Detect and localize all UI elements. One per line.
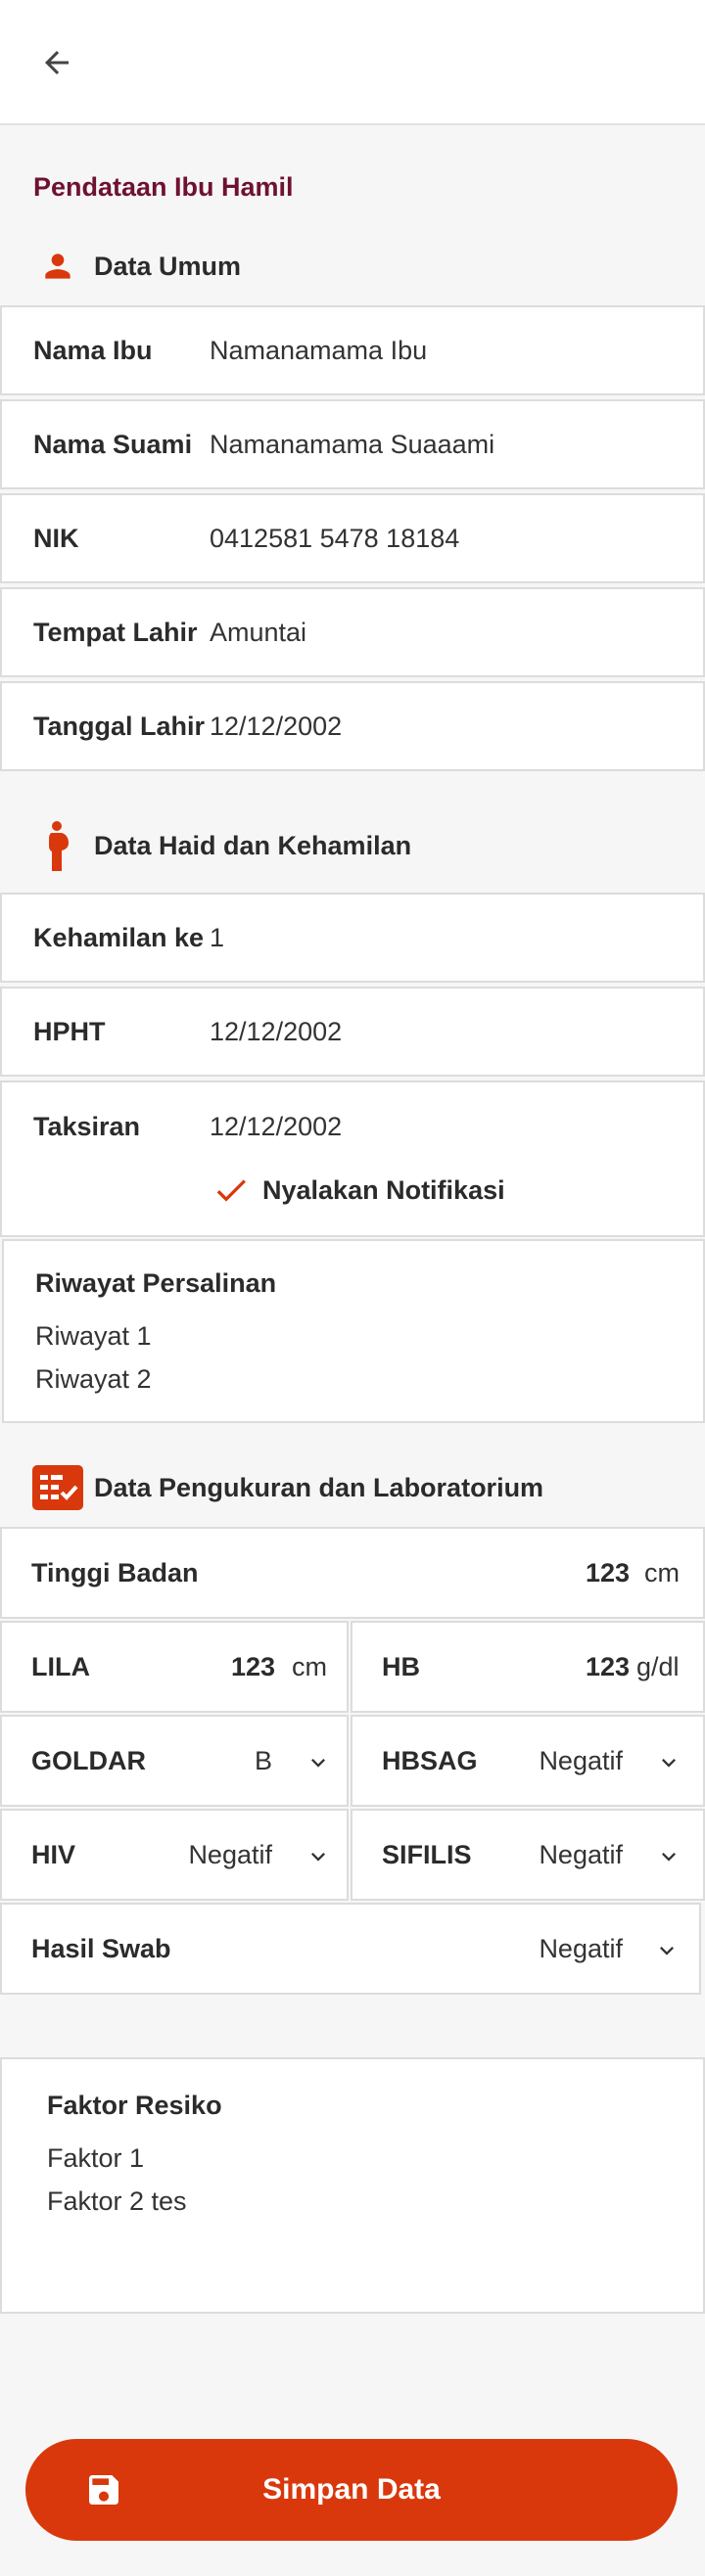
arrow-left-icon [45,51,69,74]
field-label: Taksiran [33,1112,141,1141]
field-value: 12/12/2002 [210,1112,343,1141]
row-tempat-lahir[interactable]: Tempat Lahir Amuntai [0,587,705,677]
field-label: Tempat Lahir [33,617,198,647]
field-label: HBSAG [382,1746,478,1775]
field-value: 123 [586,1652,631,1681]
field-label: SIFILIS [382,1840,472,1869]
riwayat-title: Riwayat Persalinan [35,1268,277,1298]
goldar-select[interactable]: GOLDAR B [0,1715,349,1807]
row-hpht[interactable]: HPHT 12/12/2002 [0,987,705,1077]
section-data-haid: Data Haid dan Kehamilan [25,821,412,871]
checklist-icon [25,1464,90,1511]
field-label: HIV [31,1840,76,1869]
section-data-umum: Data Umum [25,243,241,290]
hasil-swab-select[interactable]: Hasil Swab Negatif [0,1903,701,1995]
field-label: Tinggi Badan [31,1558,199,1587]
field-value: Namanamama Ibu [210,335,428,365]
chevron-down-icon[interactable] [652,1746,685,1779]
notification-label: Nyalakan Notifikasi [262,1174,505,1205]
section-title: Data Pengukuran dan Laboratorium [94,1472,544,1502]
field-unit: cm [644,1558,680,1587]
field-value: 123 [586,1558,631,1587]
notification-toggle[interactable]: Nyalakan Notifikasi [212,1167,505,1214]
faktor-title: Faktor Resiko [47,2091,222,2120]
row-tanggal-lahir[interactable]: Tanggal Lahir 12/12/2002 [0,681,705,771]
hiv-select[interactable]: HIV Negatif [0,1809,349,1901]
field-value: 12/12/2002 [210,1016,343,1046]
save-button[interactable]: Simpan Data [25,2439,678,2541]
row-nama-suami[interactable]: Nama Suami Namanamama Suaaami [0,399,705,489]
field-value: Namanamama Suaaami [210,429,495,459]
field-label: NIK [33,523,79,553]
field-unit: g/dl [636,1652,680,1681]
section-data-lab: Data Pengukuran dan Laboratorium [25,1464,543,1511]
select-value: Negatif [539,1934,623,1963]
tinggi-badan-field[interactable]: Tinggi Badan 123 cm [0,1527,705,1619]
select-value: B [254,1746,272,1775]
field-label: Nama Suami [33,429,193,459]
chevron-down-icon[interactable] [652,1840,685,1873]
row-kehamilan-ke[interactable]: Kehamilan ke 1 [0,893,705,983]
select-value: Negatif [539,1746,623,1775]
person-icon [25,243,90,290]
row-taksiran[interactable]: Taksiran 12/12/2002 [0,1081,705,1237]
chevron-down-icon[interactable] [650,1934,683,1967]
app-bar [0,0,705,125]
chevron-down-icon[interactable] [302,1746,335,1779]
hbsag-select[interactable]: HBSAG Negatif [351,1715,705,1807]
chevron-down-icon[interactable] [302,1840,335,1873]
hb-field[interactable]: HB 123 g/dl [351,1621,705,1713]
field-value: Amuntai [210,617,307,647]
field-value: 12/12/2002 [210,711,343,741]
save-button-label: Simpan Data [262,2473,441,2506]
select-value: Negatif [188,1840,272,1869]
field-value: 123 [231,1652,276,1681]
field-label: Nama Ibu [33,335,153,365]
field-label: LILA [31,1652,90,1681]
field-label: Hasil Swab [31,1934,171,1963]
select-value: Negatif [539,1840,623,1869]
section-title: Data Umum [94,251,242,281]
check-icon [216,1179,246,1202]
field-value: 1 [210,922,225,952]
row-nik[interactable]: NIK 0412581 5478 18184 [0,493,705,583]
field-value: 0412581 5478 18184 [210,523,460,553]
section-title: Data Haid dan Kehamilan [94,830,412,860]
field-label: HPHT [33,1016,106,1046]
list-item: Faktor 1 [47,2143,145,2173]
row-nama-ibu[interactable]: Nama Ibu Namanamama Ibu [0,305,705,395]
field-label: Tanggal Lahir [33,711,206,741]
lila-field[interactable]: LILA 123 cm [0,1621,349,1713]
list-item: Riwayat 1 [35,1321,152,1351]
field-label: GOLDAR [31,1746,146,1775]
list-item: Faktor 2 tes [47,2186,187,2216]
pregnant-woman-icon [25,821,90,871]
back-button[interactable] [29,37,84,88]
page-title: Pendataan Ibu Hamil [33,172,294,202]
field-label: Kehamilan ke [33,922,205,952]
field-unit: cm [292,1652,327,1681]
list-item: Riwayat 2 [35,1364,152,1394]
sifilis-select[interactable]: SIFILIS Negatif [351,1809,705,1901]
field-label: HB [382,1652,420,1681]
